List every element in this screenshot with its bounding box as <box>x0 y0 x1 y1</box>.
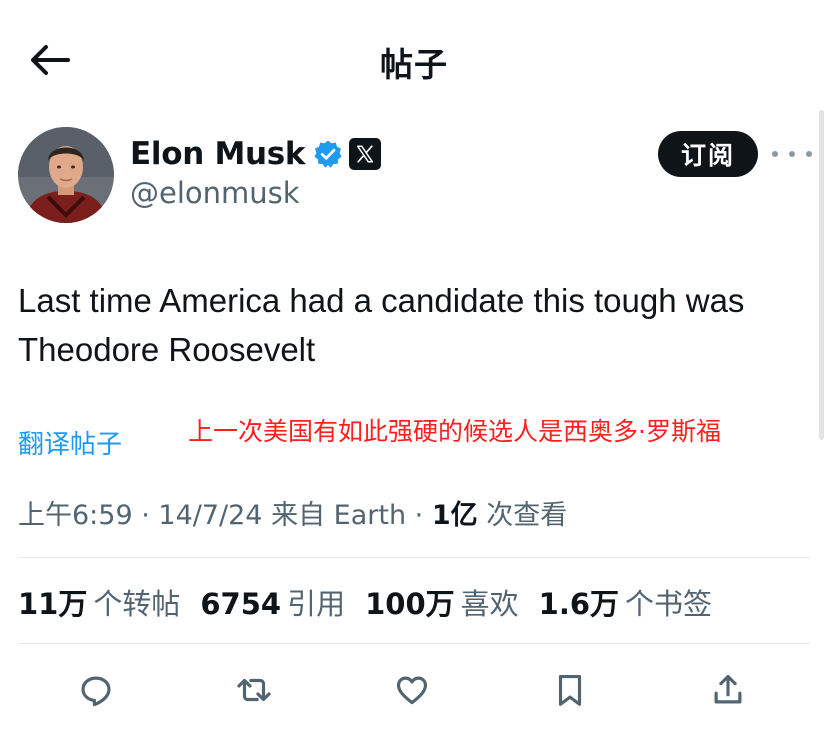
reply-icon[interactable] <box>74 668 118 712</box>
view-count[interactable]: 1亿 <box>432 500 478 531</box>
subscribe-button[interactable]: 订阅 <box>658 131 758 177</box>
divider <box>18 557 810 558</box>
stat-bookmarks[interactable]: 1.6万 个书签 <box>539 581 712 623</box>
meta-separator: · <box>406 500 432 531</box>
top-bar: 帖子 <box>0 0 828 116</box>
more-options-icon[interactable] <box>772 142 812 166</box>
repost-icon[interactable] <box>232 668 276 712</box>
tweet-time[interactable]: 上午6:59 <box>18 500 133 531</box>
author-name-row: Elon Musk <box>130 133 382 175</box>
stat-quotes[interactable]: 6754 引用 <box>200 581 345 623</box>
divider <box>18 643 810 644</box>
page-title: 帖子 <box>380 45 448 84</box>
author-name[interactable]: Elon Musk <box>130 136 306 172</box>
author-handle[interactable]: @elonmusk <box>130 176 300 210</box>
avatar[interactable] <box>18 127 114 223</box>
action-bar <box>0 660 828 720</box>
tweet-date[interactable]: 14/7/24 <box>158 500 262 531</box>
share-icon[interactable] <box>706 668 750 712</box>
engagement-stats: 11万 个转帖 6754 引用 100万 喜欢 1.6万 个书签 <box>18 581 732 623</box>
tweet-source: 来自 Earth <box>262 500 407 531</box>
tweet-meta: 上午6:59 · 14/7/24 来自 Earth · 1亿 次查看 <box>18 493 567 532</box>
verified-badge-icon[interactable] <box>313 139 343 169</box>
stat-likes[interactable]: 100万 喜欢 <box>365 581 519 623</box>
tweet-text: Last time America had a candidate this t… <box>18 282 745 368</box>
x-logo-icon[interactable] <box>349 138 382 170</box>
translation-annotation: 上一次美国有如此强硬的候选人是西奥多·罗斯福 <box>188 417 721 446</box>
translate-post-link[interactable]: 翻译帖子 <box>18 424 122 461</box>
meta-separator: · <box>132 500 159 531</box>
stat-reposts[interactable]: 11万 个转帖 <box>18 581 180 623</box>
bookmark-icon[interactable] <box>548 668 592 712</box>
view-label: 次查看 <box>477 500 568 531</box>
heart-icon[interactable] <box>390 668 434 712</box>
scrollbar[interactable] <box>819 110 824 440</box>
